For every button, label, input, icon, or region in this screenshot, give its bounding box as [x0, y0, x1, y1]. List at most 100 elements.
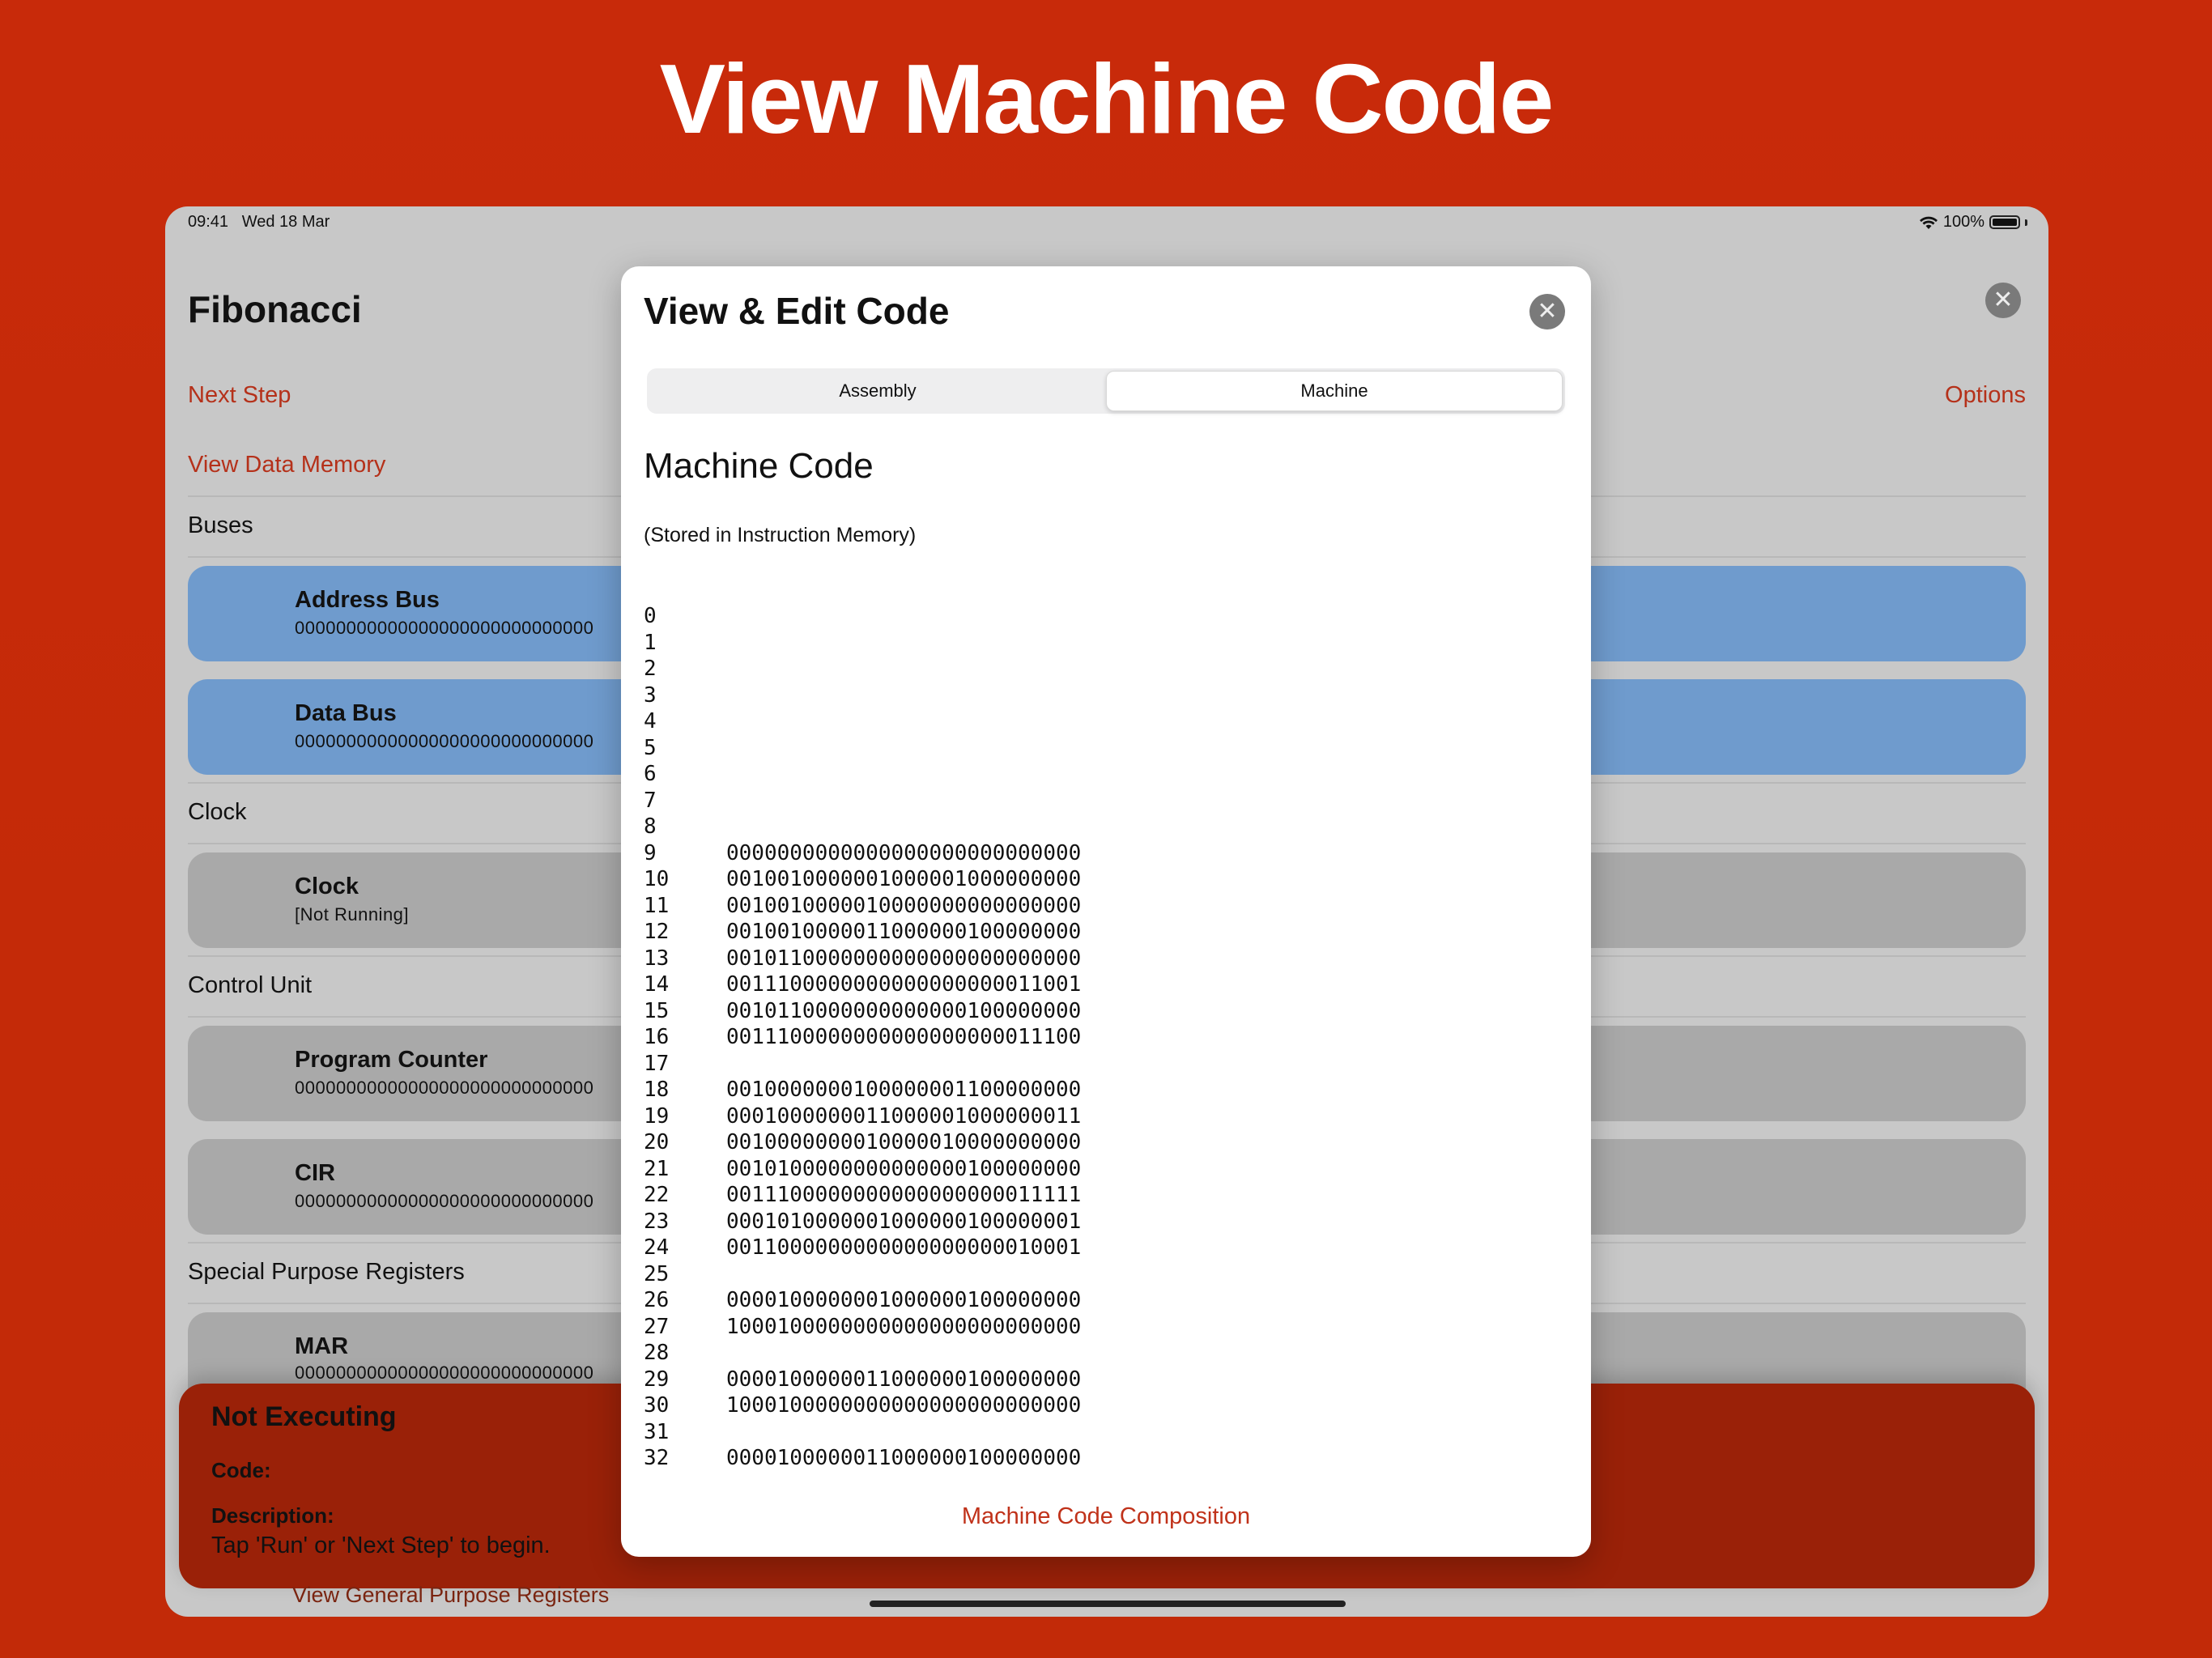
- battery-icon: [1989, 215, 2020, 229]
- card-value: 00000000000000000000000000000: [295, 1191, 594, 1211]
- code-line: 30 1000100000000000000000000000: [644, 1392, 1081, 1419]
- code-line: 28: [644, 1340, 1081, 1367]
- line-number: 22: [644, 1183, 670, 1207]
- code-line: 9 0000000000000000000000000000: [644, 840, 1081, 867]
- tab-machine[interactable]: Machine: [1106, 371, 1563, 411]
- line-number: 0: [644, 604, 657, 628]
- line-number: 1: [644, 630, 657, 655]
- code-line: 27 1000100000000000000000000000: [644, 1314, 1081, 1341]
- code-line: 2: [644, 656, 1081, 682]
- code-line: 14 0011100000000000000000011001: [644, 971, 1081, 998]
- close-icon[interactable]: ✕: [1985, 283, 2021, 318]
- machine-code-value: 0010010000010000000000000000: [726, 893, 1082, 918]
- machine-code-value: 0010000000010000010000000000: [726, 1130, 1082, 1154]
- machine-code-value: 1000100000000000000000000000: [726, 1393, 1082, 1418]
- machine-code-value: 0010000000100000001100000000: [726, 1078, 1082, 1102]
- app-title: Fibonacci: [188, 288, 362, 330]
- line-number: 12: [644, 920, 670, 944]
- machine-code-value: 0001010000001000000100000001: [726, 1209, 1082, 1234]
- line-number: 16: [644, 1025, 670, 1049]
- battery-percent: 100%: [1942, 213, 1984, 231]
- view-general-purpose-registers-link[interactable]: View General Purpose Registers: [292, 1583, 609, 1608]
- card-value: [Not Running]: [295, 904, 410, 925]
- machine-code-list[interactable]: 0 1 2 3 4 5 6 7 8 9 0000000000000000000000000000 10…: [644, 603, 1081, 1472]
- code-line: 15 0010110000000000000100000000: [644, 998, 1081, 1025]
- line-number: 32: [644, 1446, 670, 1470]
- view-data-memory-link[interactable]: View Data Memory: [188, 452, 385, 478]
- section-special-registers: Special Purpose Registers: [188, 1259, 465, 1285]
- code-line: 13 0010110000000000000000000000: [644, 946, 1081, 972]
- machine-code-value: 1000100000000000000000000000: [726, 1314, 1082, 1339]
- line-number: 29: [644, 1367, 670, 1392]
- line-number: 28: [644, 1341, 670, 1365]
- card-title: Address Bus: [295, 587, 440, 613]
- machine-code-value: 0001000000011000001000000011: [726, 1103, 1082, 1129]
- status-time: 09:41 Wed 18 Mar: [188, 213, 330, 232]
- code-line: 31: [644, 1419, 1081, 1446]
- machine-code-value: 0000100000011000000100000000: [726, 1367, 1082, 1392]
- hero-title: View Machine Code: [659, 44, 1555, 154]
- exec-code-label: Code:: [211, 1458, 271, 1482]
- code-line: 4: [644, 708, 1081, 735]
- machine-code-value: 0010110000000000000000000000: [726, 946, 1082, 971]
- code-line: 22 0011100000000000000000011111: [644, 1182, 1081, 1209]
- machine-code-value: 0011100000000000000000011001: [726, 972, 1082, 997]
- line-number: 25: [644, 1261, 670, 1286]
- home-indicator[interactable]: [870, 1601, 1346, 1607]
- machine-code-value: 0000000000000000000000000000: [726, 840, 1082, 865]
- exec-description: Tap 'Run' or 'Next Step' to begin.: [211, 1533, 551, 1558]
- next-step-button[interactable]: Next Step: [188, 382, 291, 409]
- machine-code-value: 0000100000001000000100000000: [726, 1288, 1082, 1312]
- code-line: 7: [644, 788, 1081, 814]
- line-number: 20: [644, 1130, 670, 1154]
- status-date: Wed 18 Mar: [241, 213, 330, 231]
- machine-code-value: 0010010000001000001000000000: [726, 867, 1082, 891]
- machine-code-value: 0011100000000000000000011111: [726, 1183, 1082, 1207]
- line-number: 17: [644, 1051, 670, 1076]
- line-number: 18: [644, 1078, 670, 1102]
- machine-code-value: 0010010000011000000100000000: [726, 920, 1082, 944]
- machine-code-value: 0011100000000000000000011100: [726, 1025, 1082, 1049]
- code-line: 11 0010010000010000000000000000: [644, 893, 1081, 920]
- line-number: 24: [644, 1235, 670, 1260]
- code-line: 19 0001000000011000001000000011: [644, 1103, 1081, 1130]
- close-icon[interactable]: ✕: [1529, 294, 1565, 329]
- exec-description-label: Description:: [211, 1503, 334, 1528]
- card-value: 00000000000000000000000000000: [295, 1363, 594, 1383]
- line-number: 11: [644, 893, 670, 918]
- card-value: 00000000000000000000000000000: [295, 1078, 594, 1098]
- section-buses: Buses: [188, 512, 253, 538]
- line-number: 13: [644, 946, 670, 971]
- code-line: 0: [644, 603, 1081, 630]
- view-edit-code-modal: View & Edit Code ✕ Assembly Machine Mach…: [621, 266, 1591, 1557]
- line-number: 9: [644, 840, 657, 865]
- card-value: 00000000000000000000000000000: [295, 618, 594, 638]
- code-line: 10 0010010000001000001000000000: [644, 866, 1081, 893]
- line-number: 2: [644, 657, 657, 681]
- machine-code-subtitle: (Stored in Instruction Memory): [644, 524, 917, 546]
- code-line: 20 0010000000010000010000000000: [644, 1129, 1081, 1156]
- modal-title: View & Edit Code: [644, 290, 950, 332]
- code-line: 18 0010000000100000001100000000: [644, 1077, 1081, 1103]
- card-title: Program Counter: [295, 1047, 488, 1073]
- tab-assembly[interactable]: Assembly: [649, 371, 1106, 411]
- line-number: 15: [644, 998, 670, 1023]
- line-number: 5: [644, 735, 657, 760]
- line-number: 30: [644, 1393, 670, 1418]
- machine-code-value: 0010100000000000000100000000: [726, 1156, 1082, 1181]
- code-line: 6: [644, 761, 1081, 788]
- section-clock: Clock: [188, 799, 247, 825]
- code-line: 25: [644, 1261, 1081, 1288]
- line-number: 27: [644, 1314, 670, 1339]
- line-number: 8: [644, 814, 657, 839]
- machine-code-heading: Machine Code: [644, 446, 874, 486]
- code-line: 5: [644, 735, 1081, 762]
- options-button[interactable]: Options: [1945, 382, 2026, 409]
- card-title: CIR: [295, 1160, 335, 1186]
- machine-code-composition-link[interactable]: Machine Code Composition: [621, 1503, 1591, 1530]
- line-number: 21: [644, 1156, 670, 1181]
- status-clock: 09:41: [188, 213, 229, 231]
- status-bar: 09:41 Wed 18 Mar 100%: [165, 206, 2048, 239]
- machine-code-value: 0000100000011000000100000000: [726, 1446, 1082, 1470]
- line-number: 19: [644, 1103, 670, 1129]
